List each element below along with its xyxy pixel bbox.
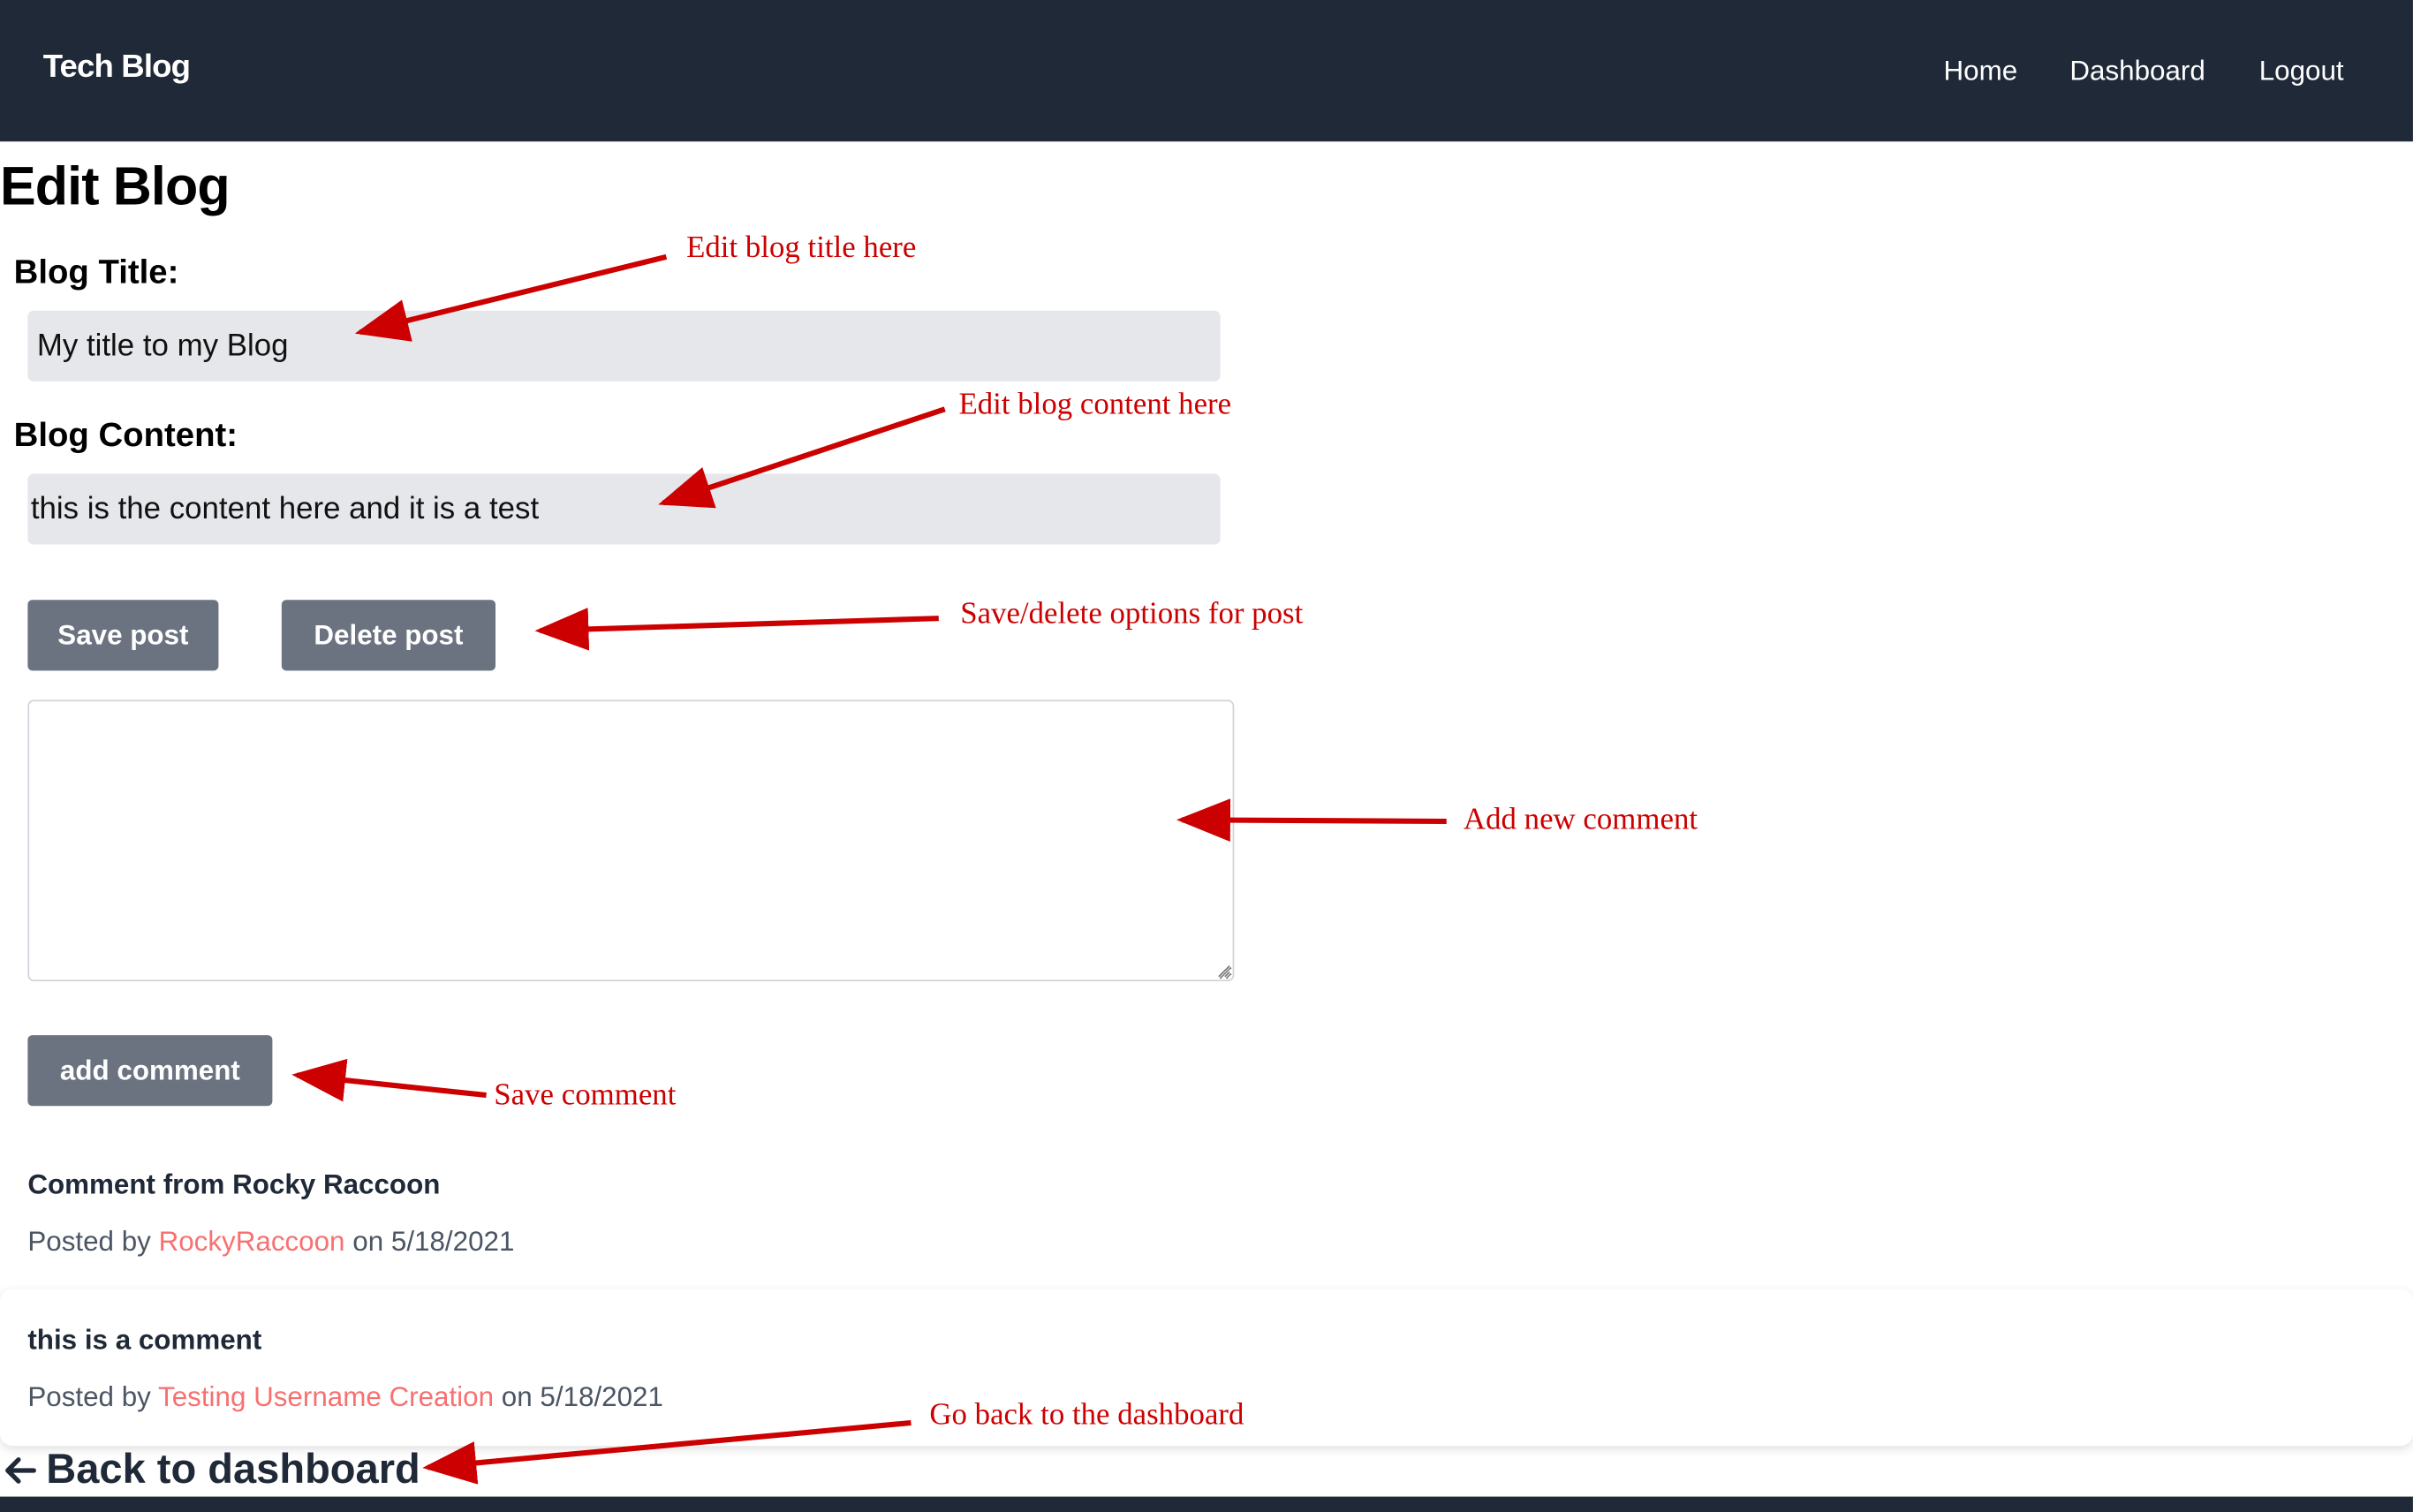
top-navbar: Tech Blog Home Dashboard Logout bbox=[0, 0, 2413, 142]
blog-title-label: Blog Title: bbox=[13, 252, 179, 291]
on-label: on bbox=[501, 1380, 533, 1412]
arrow-save-comment bbox=[291, 1058, 487, 1102]
annotation-add-comment: Add new comment bbox=[1463, 803, 1698, 837]
blog-content-input[interactable] bbox=[27, 473, 1221, 545]
comment-author-link[interactable]: RockyRaccoon bbox=[159, 1226, 345, 1257]
page-title: Edit Blog bbox=[0, 156, 231, 217]
comment-meta: Posted by RockyRaccoon on 5/18/2021 bbox=[27, 1226, 514, 1259]
annotation-save-comment: Save comment bbox=[494, 1077, 677, 1113]
blog-title-input[interactable] bbox=[27, 310, 1221, 382]
posted-by-label: Posted by bbox=[27, 1226, 151, 1257]
back-to-dashboard-link[interactable]: Back to dashboard bbox=[3, 1446, 420, 1493]
annotation-edit-content: Edit blog content here bbox=[958, 387, 1232, 422]
annotation-save-delete: Save/delete options for post bbox=[960, 596, 1304, 631]
comment-meta: Posted by Testing Username Creation on 5… bbox=[27, 1381, 663, 1414]
nav-logout-link[interactable]: Logout bbox=[2259, 56, 2344, 88]
comment-date: 5/18/2021 bbox=[390, 1226, 515, 1257]
back-label: Back to dashboard bbox=[46, 1446, 420, 1493]
new-comment-textarea[interactable] bbox=[27, 699, 1235, 982]
footer-bar bbox=[0, 1496, 2413, 1512]
annotation-edit-title: Edit blog title here bbox=[686, 231, 917, 265]
resize-grip-icon[interactable] bbox=[1213, 960, 1231, 979]
nav-home-link[interactable]: Home bbox=[1944, 56, 2018, 88]
nav-dashboard-link[interactable]: Dashboard bbox=[2069, 56, 2205, 88]
comment-text: this is a comment bbox=[27, 1324, 262, 1356]
comment-text: Comment from Rocky Raccoon bbox=[27, 1168, 441, 1200]
save-post-button[interactable]: Save post bbox=[27, 600, 219, 671]
on-label: on bbox=[352, 1226, 384, 1257]
annotation-go-back: Go back to the dashboard bbox=[929, 1398, 1244, 1433]
arrow-left-icon bbox=[5, 1457, 36, 1484]
comment-author-link[interactable]: Testing Username Creation bbox=[158, 1381, 494, 1412]
add-comment-button[interactable]: add comment bbox=[27, 1035, 273, 1107]
brand-link[interactable]: Tech Blog bbox=[43, 49, 191, 87]
blog-content-label: Blog Content: bbox=[13, 415, 238, 454]
posted-by-label: Posted by bbox=[27, 1380, 151, 1412]
arrow-save-delete bbox=[534, 607, 939, 651]
comment-date: 5/18/2021 bbox=[540, 1380, 663, 1412]
delete-post-button[interactable]: Delete post bbox=[281, 600, 496, 671]
